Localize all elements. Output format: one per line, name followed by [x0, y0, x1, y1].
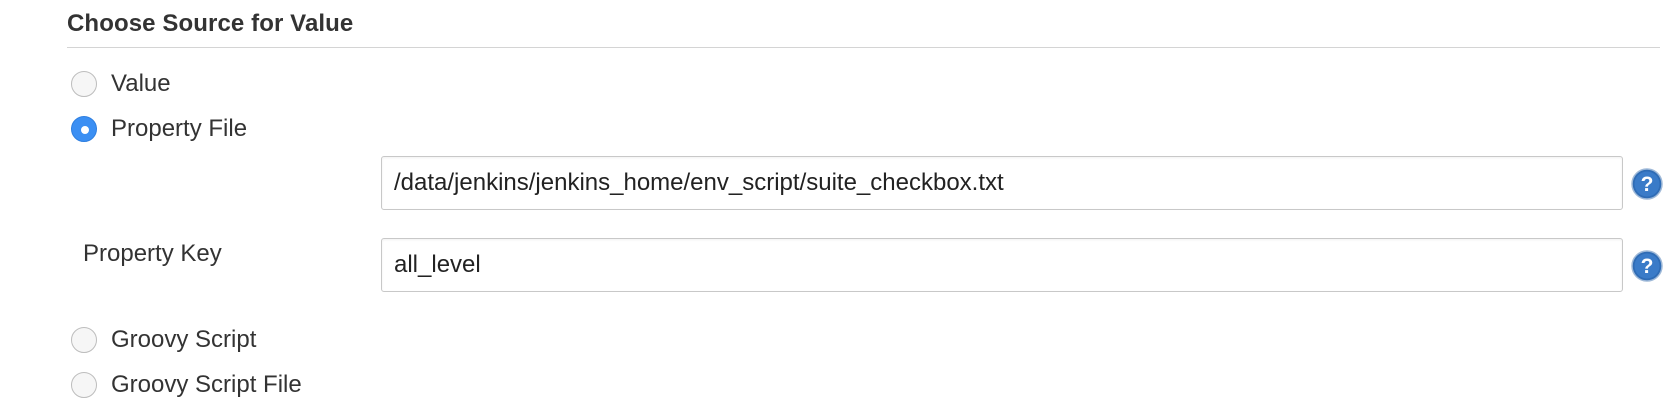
help-icon[interactable]: ? [1631, 168, 1663, 200]
svg-text:?: ? [1641, 255, 1654, 278]
radio-label-groovy-script-file: Groovy Script File [111, 371, 302, 398]
help-icon[interactable]: ? [1631, 250, 1663, 282]
svg-text:?: ? [1641, 173, 1654, 196]
radio-option-groovy-script[interactable]: Groovy Script [71, 325, 256, 355]
radio-label-value: Value [111, 70, 171, 97]
radio-value[interactable] [71, 71, 97, 97]
radio-label-groovy-script: Groovy Script [111, 326, 257, 353]
radio-groovy-script[interactable] [71, 327, 97, 353]
property-key-label: Property Key [83, 240, 222, 267]
radio-groovy-script-file[interactable] [71, 372, 97, 398]
section-title: Choose Source for Value [67, 10, 354, 37]
radio-property-file[interactable] [71, 116, 97, 142]
radio-option-property-file[interactable]: Property File [71, 114, 247, 144]
radio-option-value[interactable]: Value [71, 69, 171, 99]
section-divider [67, 47, 1660, 48]
property-key-input[interactable] [381, 238, 1623, 292]
radio-option-groovy-script-file[interactable]: Groovy Script File [71, 370, 302, 400]
radio-label-property-file: Property File [111, 115, 248, 142]
property-file-path-input[interactable] [381, 156, 1623, 210]
